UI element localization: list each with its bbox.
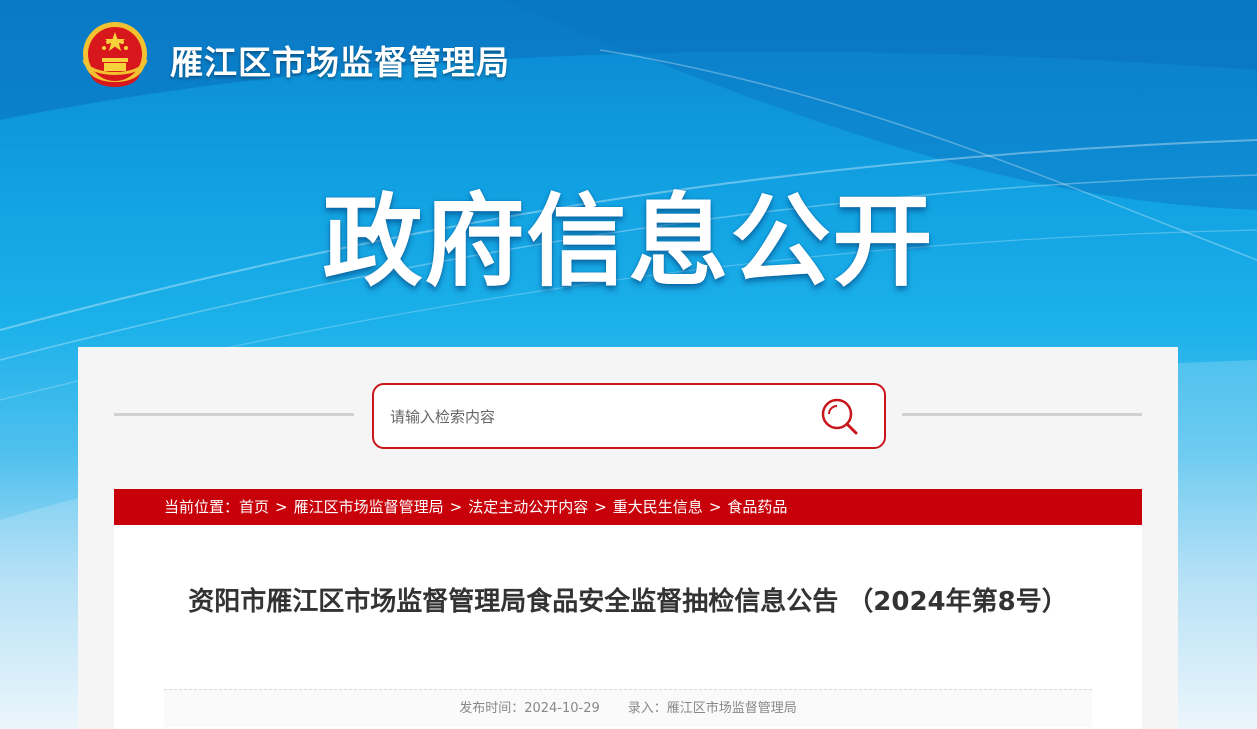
breadcrumb-item-statutory-disclosure[interactable]: 法定主动公开内容 bbox=[468, 498, 588, 516]
entry-label: 录入： bbox=[627, 701, 667, 716]
breadcrumb: 当前位置：首页 > 雁江区市场监督管理局 > 法定主动公开内容 > 重大民生信息 > 食品药品 bbox=[114, 489, 1142, 525]
search-divider-right bbox=[902, 413, 1142, 416]
breadcrumb-separator: > bbox=[708, 498, 722, 516]
search-icon bbox=[821, 398, 858, 435]
article-meta: 发布时间：2024-10-29 录入：雁江区市场监督管理局 bbox=[164, 689, 1092, 727]
breadcrumb-prefix: 当前位置： bbox=[164, 498, 240, 516]
breadcrumb-separator: > bbox=[449, 498, 463, 516]
search-input[interactable] bbox=[390, 403, 810, 431]
search-button[interactable] bbox=[820, 397, 860, 437]
breadcrumb-item-home[interactable]: 首页 bbox=[239, 498, 269, 516]
national-emblem-icon bbox=[80, 20, 150, 92]
breadcrumb-item-livelihood-info[interactable]: 重大民生信息 bbox=[613, 498, 703, 516]
org-name: 雁江区市场监督管理局 bbox=[170, 43, 510, 82]
breadcrumb-separator: > bbox=[594, 498, 607, 516]
article-title: 资阳市雁江区市场监督管理局食品安全监督抽检信息公告 （2024年第8号） bbox=[188, 587, 1068, 617]
search-divider-left bbox=[114, 413, 354, 416]
article-content: 当前位置：首页 > 雁江区市场监督管理局 > 法定主动公开内容 > 重大民生信息 > 食品药品 … bbox=[114, 489, 1142, 729]
search-box bbox=[372, 383, 886, 449]
breadcrumb-item-bureau[interactable]: 雁江区市场监督管理局 bbox=[294, 498, 444, 516]
publish-label: 发布时间： bbox=[459, 701, 525, 716]
banner-title: 政府信息公开 bbox=[322, 183, 935, 300]
entry-value: 雁江区市场监督管理局 bbox=[666, 701, 797, 716]
main-panel: 当前位置：首页>雁江区市场监督管理局>法定主动公开内容>重大民生信息>食品药品 … bbox=[78, 347, 1178, 729]
breadcrumb-separator: > bbox=[275, 498, 288, 516]
breadcrumb-item-food-drug[interactable]: 食品药品 bbox=[727, 498, 787, 516]
publish-date: 2024-10-29 bbox=[524, 701, 600, 716]
